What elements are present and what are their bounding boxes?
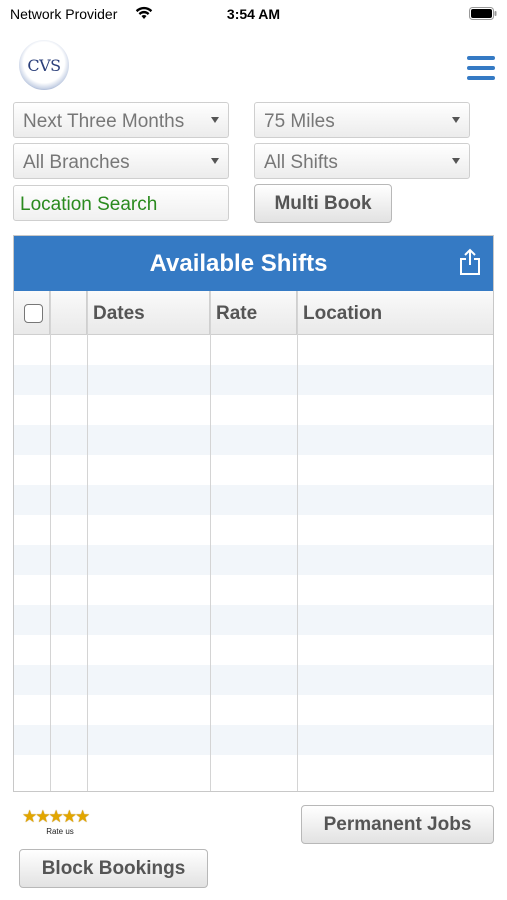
- shift-select[interactable]: All Shifts: [254, 143, 470, 179]
- column-divider: [50, 291, 51, 791]
- battery-icon: [469, 7, 497, 20]
- block-bookings-button[interactable]: Block Bookings: [19, 849, 208, 888]
- multi-book-button[interactable]: Multi Book: [254, 184, 392, 223]
- column-divider: [297, 291, 298, 791]
- rate-us-label: Rate us: [46, 827, 74, 836]
- table-row: [14, 575, 493, 605]
- rate-column-label: Rate: [216, 303, 258, 324]
- cvs-logo: CVS: [19, 40, 69, 90]
- chevron-down-icon: [452, 117, 460, 123]
- location-search-input[interactable]: Location Search: [13, 185, 229, 221]
- chevron-down-icon: [211, 158, 219, 164]
- available-shifts-table: Available Shifts Dates Rate Location: [13, 235, 494, 792]
- table-row: [14, 545, 493, 575]
- rate-us-link[interactable]: ★★★★★ Rate us: [22, 808, 100, 838]
- share-icon[interactable]: [457, 248, 483, 276]
- distance-select[interactable]: 75 Miles: [254, 102, 470, 138]
- table-row: [14, 695, 493, 725]
- table-row: [14, 335, 493, 365]
- multi-book-label: Multi Book: [274, 192, 372, 214]
- dates-column-label: Dates: [93, 303, 145, 324]
- table-row: [14, 605, 493, 635]
- table-row: [14, 485, 493, 515]
- status-bar: Network Provider 3:54 AM: [0, 0, 507, 30]
- period-select[interactable]: Next Three Months: [13, 102, 229, 138]
- rate-column-header[interactable]: Rate: [210, 291, 297, 335]
- table-title: Available Shifts: [149, 250, 328, 277]
- location-column-header[interactable]: Location: [297, 291, 493, 335]
- distance-select-value: 75 Miles: [264, 111, 335, 132]
- table-row: [14, 395, 493, 425]
- branch-select[interactable]: All Branches: [13, 143, 229, 179]
- dates-column-header[interactable]: Dates: [87, 291, 210, 335]
- table-row: [14, 635, 493, 665]
- select-all-checkbox[interactable]: [24, 304, 43, 323]
- period-select-value: Next Three Months: [23, 111, 185, 132]
- table-row: [14, 455, 493, 485]
- permanent-jobs-label: Permanent Jobs: [323, 813, 472, 835]
- table-row: [14, 365, 493, 395]
- table-body: [14, 335, 493, 791]
- logo-text: CVS: [27, 55, 61, 75]
- location-column-label: Location: [303, 303, 383, 324]
- permanent-jobs-button[interactable]: Permanent Jobs: [301, 805, 494, 844]
- table-row: [14, 425, 493, 455]
- rating-stars-icon: ★★★★★: [22, 807, 90, 826]
- table-header-bar: Available Shifts: [14, 236, 493, 291]
- column-divider: [210, 291, 211, 791]
- table-row: [14, 755, 493, 785]
- column-divider: [87, 291, 88, 791]
- chevron-down-icon: [211, 117, 219, 123]
- clock-time: 3:54 AM: [226, 6, 281, 22]
- table-row: [14, 725, 493, 755]
- location-search-placeholder: Location Search: [20, 194, 158, 215]
- chevron-down-icon: [452, 158, 460, 164]
- table-row: [14, 515, 493, 545]
- block-bookings-label: Block Bookings: [41, 857, 186, 879]
- shift-select-value: All Shifts: [264, 152, 338, 173]
- branch-select-value: All Branches: [23, 152, 130, 173]
- status-column-header: [50, 291, 87, 335]
- table-row: [14, 665, 493, 695]
- hamburger-menu-icon[interactable]: [467, 55, 495, 81]
